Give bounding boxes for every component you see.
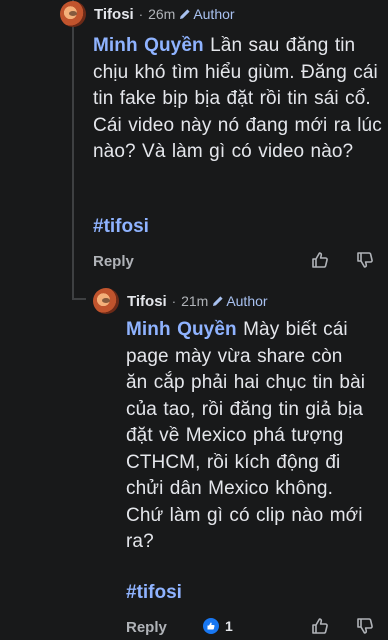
separator-dot: ·: [138, 6, 144, 22]
reaction-summary[interactable]: 1: [203, 618, 233, 634]
author-name[interactable]: Tifosi: [94, 6, 134, 23]
author-name[interactable]: Tifosi: [127, 293, 167, 310]
separator-dot: ·: [171, 293, 177, 309]
thumbs-up-icon[interactable]: [310, 250, 330, 270]
comment-1: Tifosi · 26m Author: [60, 0, 388, 28]
comment-2: Tifosi · 21m Author: [93, 287, 388, 315]
thread-line-elbow: [72, 298, 86, 300]
comment-1-actions: Reply: [93, 250, 383, 272]
thumbs-up-icon[interactable]: [310, 616, 330, 636]
avatar[interactable]: [93, 288, 119, 314]
mention-link[interactable]: Minh Quyền: [93, 35, 204, 56]
thumbs-down-icon[interactable]: [355, 616, 375, 636]
author-badge: Author: [212, 293, 268, 309]
comment-2-actions: Reply 1: [126, 617, 383, 637]
timestamp[interactable]: 21m: [181, 293, 208, 309]
pencil-icon: [180, 9, 190, 19]
timestamp[interactable]: 26m: [148, 6, 175, 22]
mention-link[interactable]: Minh Quyền: [126, 319, 237, 340]
comment-2-body: Minh Quyền Mày biết cái page mày vừa sha…: [126, 317, 366, 556]
hashtag-link[interactable]: #tifosi: [93, 216, 149, 238]
reaction-count: 1: [225, 618, 233, 634]
pencil-icon: [213, 296, 223, 306]
comment-header: Tifosi · 26m Author: [60, 0, 388, 28]
avatar[interactable]: [60, 1, 86, 27]
thread-line-vertical: [72, 0, 74, 300]
like-reaction-icon: [203, 618, 219, 634]
comment-header: Tifosi · 21m Author: [93, 287, 388, 315]
author-badge: Author: [179, 6, 235, 22]
reply-button[interactable]: Reply: [93, 253, 134, 270]
reply-button[interactable]: Reply: [126, 619, 167, 636]
hashtag-link[interactable]: #tifosi: [126, 582, 182, 604]
author-badge-label: Author: [226, 293, 268, 309]
author-badge-label: Author: [193, 6, 235, 22]
comment-text: Mày biết cái page mày vừa share còn ăn c…: [126, 319, 366, 552]
thumbs-down-icon[interactable]: [355, 250, 375, 270]
comment-1-body: Minh Quyền Lần sau đăng tin chịu khó tìm…: [93, 33, 383, 166]
